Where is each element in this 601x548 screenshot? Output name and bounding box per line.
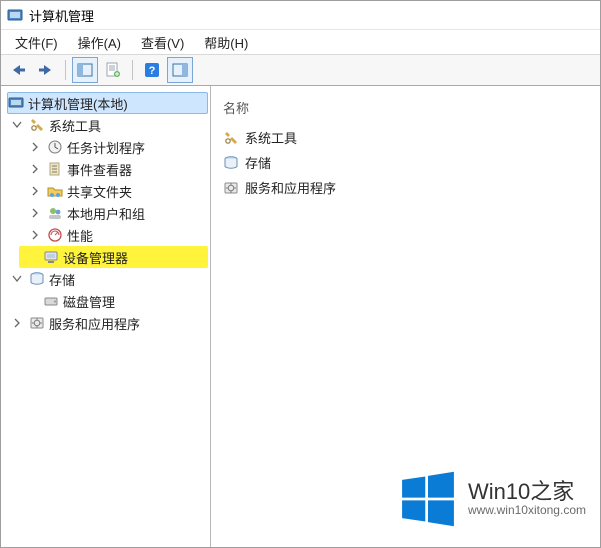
shared-folder-icon (47, 183, 63, 199)
app-icon (7, 7, 23, 23)
expander-open-icon[interactable] (11, 273, 23, 285)
computer-management-icon (8, 95, 24, 111)
nav-forward-button[interactable] (33, 57, 59, 83)
tree-label: 设备管理器 (63, 248, 128, 267)
tree-node-services-apps[interactable]: 服务和应用程序 (11, 312, 208, 334)
tree-node-performance[interactable]: 性能 (29, 224, 208, 246)
storage-icon (223, 155, 239, 171)
tree-node-local-users-groups[interactable]: 本地用户和组 (29, 202, 208, 224)
watermark: Win10之家 www.win10xitong.com (398, 469, 586, 529)
show-hide-action-pane-button[interactable] (167, 57, 193, 83)
tree-node-system-tools[interactable]: 系统工具 (11, 114, 208, 136)
tree-node-event-viewer[interactable]: 事件查看器 (29, 158, 208, 180)
expander-closed-icon[interactable] (29, 185, 41, 197)
expander-closed-icon[interactable] (11, 317, 23, 329)
titlebar: 计算机管理 (1, 1, 600, 30)
tree-label: 本地用户和组 (67, 204, 145, 223)
watermark-text: Win10之家 www.win10xitong.com (468, 481, 586, 517)
tree-label: 计算机管理(本地) (28, 94, 128, 113)
tree-node-device-manager[interactable]: 设备管理器 (19, 246, 208, 268)
event-log-icon (47, 161, 63, 177)
list-item-label: 存储 (245, 153, 271, 172)
menu-file[interactable]: 文件(F) (5, 31, 68, 54)
menubar: 文件(F) 操作(A) 查看(V) 帮助(H) (1, 30, 600, 55)
list-item-system-tools[interactable]: 系统工具 (221, 125, 590, 150)
nav-back-button[interactable] (5, 57, 31, 83)
users-icon (47, 205, 63, 221)
list-item-label: 系统工具 (245, 128, 297, 147)
windows-logo-icon (398, 469, 458, 529)
list-item-storage[interactable]: 存储 (221, 150, 590, 175)
performance-icon (47, 227, 63, 243)
properties-button[interactable] (100, 57, 126, 83)
window: 计算机管理 文件(F) 操作(A) 查看(V) 帮助(H) ? (0, 0, 601, 548)
tree-label: 存储 (49, 270, 75, 289)
tree-node-task-scheduler[interactable]: 任务计划程序 (29, 136, 208, 158)
watermark-line2: www.win10xitong.com (468, 503, 586, 517)
show-hide-tree-button[interactable] (72, 57, 98, 83)
tree-label: 磁盘管理 (63, 292, 115, 311)
tree-node-storage[interactable]: 存储 (11, 268, 208, 290)
menu-action[interactable]: 操作(A) (68, 31, 131, 54)
expander-closed-icon[interactable] (29, 207, 41, 219)
services-icon (223, 180, 239, 196)
tools-icon (29, 117, 45, 133)
toolbar: ? (1, 55, 600, 86)
expander-open-icon[interactable] (11, 119, 23, 131)
help-button[interactable]: ? (139, 57, 165, 83)
tree-label: 共享文件夹 (67, 182, 132, 201)
tree-node-shared-folders[interactable]: 共享文件夹 (29, 180, 208, 202)
list-item-label: 服务和应用程序 (245, 178, 336, 197)
watermark-line1: Win10之家 (468, 481, 586, 503)
tree-label: 事件查看器 (67, 160, 132, 179)
tree-node-root[interactable]: 计算机管理(本地) (7, 92, 208, 114)
toolbar-divider (132, 60, 133, 80)
menu-view[interactable]: 查看(V) (131, 31, 194, 54)
toolbar-divider (65, 60, 66, 80)
disk-icon (43, 293, 59, 309)
menu-help[interactable]: 帮助(H) (194, 31, 258, 54)
expander-closed-icon[interactable] (29, 163, 41, 175)
services-icon (29, 315, 45, 331)
tree-label: 任务计划程序 (67, 138, 145, 157)
column-header-name[interactable]: 名称 (221, 94, 590, 125)
tree-label: 系统工具 (49, 116, 101, 135)
expander-closed-icon[interactable] (29, 229, 41, 241)
window-title: 计算机管理 (29, 6, 94, 25)
tree-label: 性能 (67, 226, 93, 245)
svg-text:?: ? (149, 65, 156, 77)
tree-node-disk-management[interactable]: 磁盘管理 (43, 290, 208, 312)
tools-icon (223, 130, 239, 146)
list-item-services-apps[interactable]: 服务和应用程序 (221, 175, 590, 200)
clock-icon (47, 139, 63, 155)
tree-label: 服务和应用程序 (49, 314, 140, 333)
expander-closed-icon[interactable] (29, 141, 41, 153)
tree-pane: 计算机管理(本地) 系统工具 (1, 86, 211, 548)
device-manager-icon (43, 249, 59, 265)
storage-icon (29, 271, 45, 287)
